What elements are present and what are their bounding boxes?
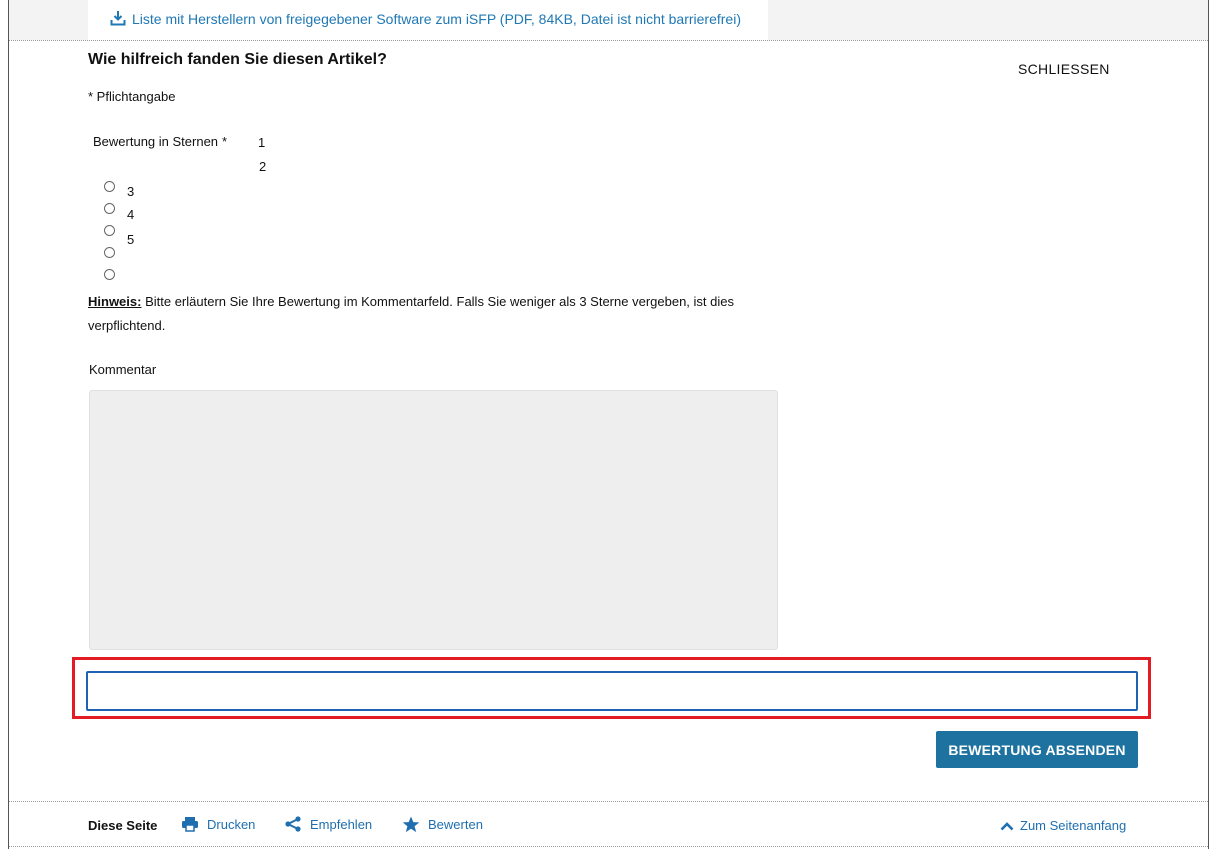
- print-label: Drucken: [207, 816, 256, 832]
- chevron-up-icon: [1000, 821, 1014, 830]
- required-mark: *: [222, 134, 228, 149]
- download-link[interactable]: Liste mit Herstellern von freigegebener …: [110, 9, 768, 29]
- close-button[interactable]: SCHLIESSEN: [1018, 61, 1110, 77]
- back-to-top-label: Zum Seitenanfang: [1020, 818, 1127, 833]
- rating-radio-5[interactable]: [104, 269, 115, 280]
- rating-option-5-label: 5: [127, 232, 135, 247]
- divider-top: [9, 40, 1208, 41]
- submit-rating-button[interactable]: BEWERTUNG ABSENDEN: [936, 731, 1138, 768]
- footer-label: Diese Seite: [88, 818, 158, 833]
- star-icon: [402, 816, 420, 833]
- download-icon: [110, 11, 126, 26]
- rate-link[interactable]: Bewerten: [402, 816, 483, 833]
- divider-footer-bottom: [9, 846, 1208, 847]
- divider-footer-top: [9, 801, 1208, 802]
- rating-radio-2[interactable]: [104, 203, 115, 214]
- rating-option-4-label: 4: [127, 207, 135, 222]
- share-icon: [285, 816, 301, 832]
- required-note: * Pflichtangabe: [88, 89, 176, 104]
- rating-label: Bewertung in Sternen *: [93, 134, 227, 149]
- share-link[interactable]: Empfehlen: [284, 816, 372, 832]
- rating-radio-3[interactable]: [104, 225, 115, 236]
- text-input-field[interactable]: [86, 671, 1138, 711]
- printer-icon: [182, 817, 198, 832]
- hint-label: Hinweis:: [88, 294, 142, 309]
- download-list-item: Liste mit Herstellern von freigegebener …: [88, 0, 768, 40]
- rating-radio-4[interactable]: [104, 247, 115, 258]
- dialog-title: Wie hilfreich fanden Sie diesen Artikel?: [88, 51, 387, 68]
- back-to-top-link[interactable]: Zum Seitenanfang: [1000, 818, 1126, 833]
- rating-option-1-label: 1: [258, 135, 266, 150]
- download-link-text: Liste mit Herstellern von freigegebener …: [132, 11, 741, 27]
- rate-label: Bewerten: [428, 817, 483, 832]
- hint-text: Hinweis: Bitte erläutern Sie Ihre Bewert…: [88, 290, 748, 338]
- rating-label-text: Bewertung in Sternen: [93, 134, 219, 149]
- rating-option-3-label: 3: [127, 184, 135, 199]
- share-label: Empfehlen: [310, 816, 373, 832]
- rating-option-2-label: 2: [259, 159, 267, 174]
- hint-body: Bitte erläutern Sie Ihre Bewertung im Ko…: [88, 294, 734, 333]
- page-border-left: [8, 0, 9, 849]
- page-border-right: [1208, 0, 1209, 849]
- rating-radio-1[interactable]: [104, 181, 115, 192]
- print-link[interactable]: Drucken: [181, 816, 255, 832]
- comment-textarea[interactable]: [89, 390, 778, 650]
- comment-label: Kommentar: [89, 362, 157, 377]
